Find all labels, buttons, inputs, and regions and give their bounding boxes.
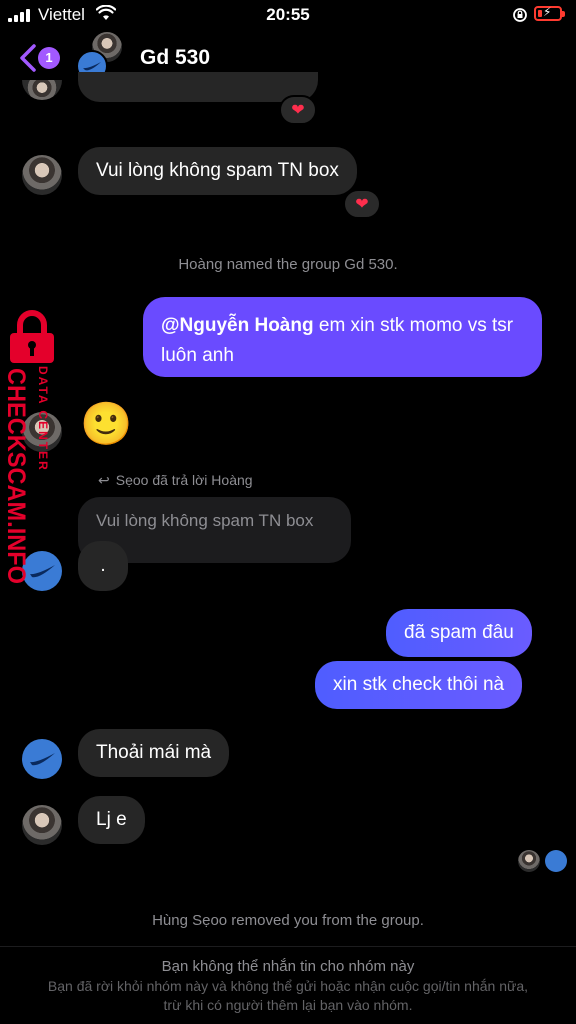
battery-icon: ⚡ (534, 5, 565, 21)
message-bubble-outgoing[interactable]: @Nguyễn Hoàng em xin stk momo vs tsr luô… (143, 297, 542, 377)
watermark-lock-icon (10, 310, 54, 363)
back-chevron-icon[interactable] (14, 42, 40, 74)
message-bubble-cropped (78, 72, 318, 102)
seen-receipt-avatar (545, 850, 567, 872)
clock: 20:55 (266, 5, 310, 24)
mention[interactable]: @Nguyễn Hoàng (161, 315, 314, 336)
message-text: đã spam đâu (404, 622, 514, 643)
message-bubble[interactable]: . (78, 541, 128, 591)
emoji-message[interactable]: 🙂 (80, 399, 132, 449)
footer-subtitle: Bạn đã rời khỏi nhóm này và không thể gử… (47, 978, 529, 1013)
message-bubble[interactable]: Lj e (78, 796, 145, 844)
system-message: Hoàng named the group Gd 530. (178, 256, 398, 273)
system-message: Hùng Sẹoo removed you from the group. (152, 912, 424, 929)
watermark-sub: DATA CENTER (36, 366, 50, 472)
message-bubble-outgoing[interactable]: xin stk check thôi nà (315, 661, 523, 709)
rotation-lock-icon (513, 8, 527, 22)
message-bubble[interactable]: Thoải mái mà (78, 729, 230, 777)
watermark-sub-text: DATA CENTER (36, 366, 50, 472)
status-bar: Viettel 20:55 ⚡ (0, 0, 576, 30)
message-bubble-outgoing[interactable]: đã spam đâu (386, 609, 532, 657)
footer-divider (0, 946, 576, 947)
message-bubble[interactable]: Vui lòng không spam TN box (78, 147, 357, 195)
message-text: xin stk check thôi nà (333, 674, 505, 695)
message-text: . (100, 555, 106, 576)
message-text: Vui lòng không spam TN box (96, 160, 339, 181)
sender-avatar[interactable] (22, 80, 62, 100)
reply-meta-text: Sẹoo đã trả lời Hoàng (115, 472, 253, 488)
reply-arrow-icon: ↩ (98, 472, 110, 488)
sender-avatar[interactable] (22, 805, 62, 845)
message-text: Thoải mái mà (96, 742, 212, 763)
watermark-brand: CHECKSCAM.INFO (2, 368, 30, 584)
sender-avatar-logo[interactable] (22, 739, 62, 779)
reply-meta: ↩ Sẹoo đã trả lời Hoàng (98, 472, 253, 489)
watermark-brand-text: CHECKSCAM.INFO (2, 368, 30, 584)
seen-receipt-avatar (518, 850, 540, 872)
sender-avatar[interactable] (22, 155, 62, 195)
footer-title: Bạn không thể nhắn tin cho nhóm này (161, 958, 415, 975)
quoted-text: Vui lòng không spam TN box (96, 511, 314, 530)
message-text: Lj e (96, 809, 127, 830)
conversation-title[interactable]: Gd 530 (140, 46, 210, 70)
heart-reaction[interactable]: ❤ (279, 95, 317, 125)
unread-badge[interactable]: 1 (38, 47, 60, 69)
heart-reaction[interactable]: ❤ (343, 189, 381, 219)
